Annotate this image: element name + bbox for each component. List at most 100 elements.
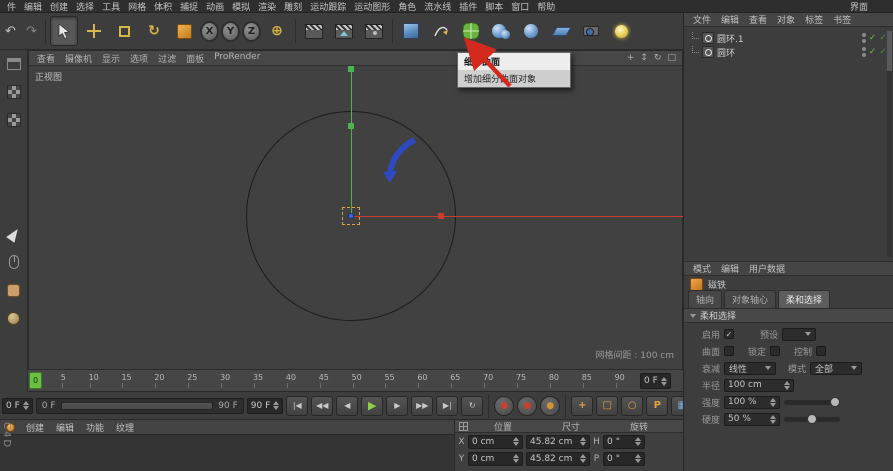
range-bar[interactable] (60, 401, 214, 410)
live-selection-tool-button[interactable] (50, 16, 78, 46)
frame-end-field[interactable]: 90 F (246, 397, 284, 414)
viewport-nav-icon[interactable]: ↕ (640, 53, 648, 63)
key-scale-button[interactable]: □ (596, 395, 619, 416)
object-name[interactable]: 圆环 (717, 46, 735, 59)
tab-soft-selection[interactable]: 柔和选择 (778, 290, 831, 308)
add-cube-button[interactable] (397, 16, 425, 46)
enabled-check-icon[interactable]: ✓ (869, 47, 877, 57)
menubar-item[interactable]: 捕捉 (176, 0, 202, 13)
autokey-button[interactable]: ● (517, 395, 538, 416)
attribute-manager-menu-item[interactable]: 用户数据 (744, 262, 790, 275)
material-menu-item[interactable]: 纹理 (110, 421, 140, 434)
spline-pen-button[interactable] (427, 16, 455, 46)
frame-start-field[interactable]: 0 F (2, 397, 33, 414)
object-manager-menu-item[interactable]: 标签 (800, 13, 828, 26)
goto-start-button[interactable]: |◀ (286, 395, 309, 416)
radius-field[interactable]: 100 cm (724, 378, 794, 392)
menubar-item[interactable]: 流水线 (420, 0, 455, 13)
spline-check-icon[interactable]: ✓ (879, 47, 887, 57)
object-manager-menu-item[interactable]: 文件 (688, 13, 716, 26)
y-axis-handle[interactable] (348, 123, 354, 129)
object-mode-button[interactable] (5, 281, 23, 299)
menubar-item[interactable]: 角色 (394, 0, 420, 13)
menubar-item[interactable]: 工具 (98, 0, 124, 13)
layout-panel-button[interactable] (5, 55, 23, 73)
viewport-menu-item[interactable]: 选项 (125, 52, 153, 65)
x-axis-handle[interactable] (438, 213, 444, 219)
menubar-item[interactable]: 插件 (455, 0, 481, 13)
control-checkbox[interactable]: ✓ (816, 346, 826, 356)
redo-button[interactable]: ↷ (22, 16, 41, 46)
rotate-tool-button[interactable]: ↻ (140, 16, 168, 46)
origin-point[interactable] (348, 213, 354, 219)
stepper-icon[interactable] (660, 376, 667, 386)
render-settings-button[interactable] (360, 16, 388, 46)
material-menu-item[interactable]: 编辑 (50, 421, 80, 434)
menubar-item[interactable]: 选择 (72, 0, 98, 13)
brush-mode-button[interactable] (5, 309, 23, 327)
prev-key-button[interactable]: ◀◀ (311, 395, 334, 416)
enable-checkbox[interactable]: ✓ (724, 329, 734, 339)
hardness-field[interactable]: 50 % (724, 412, 780, 426)
viewport-menu-item[interactable]: 过滤 (153, 52, 181, 65)
rotation-p-field[interactable]: 0 ° (603, 451, 645, 466)
prev-frame-button[interactable]: ◀ (336, 395, 359, 416)
position-y-field[interactable]: 0 cm (468, 451, 523, 466)
loop-button[interactable]: ↻ (461, 395, 484, 416)
menubar-item[interactable]: 脚本 (481, 0, 507, 13)
viewport-menu-item[interactable]: ProRender (209, 52, 265, 65)
texture-mode-button[interactable] (5, 83, 23, 101)
size-x-field[interactable]: 45.82 cm (526, 434, 590, 449)
tab-axis[interactable]: 轴向 (688, 290, 723, 308)
object-name[interactable]: 圆环.1 (717, 32, 744, 45)
attribute-manager-menu-item[interactable]: 编辑 (716, 262, 744, 275)
scrollbar[interactable] (887, 31, 892, 257)
position-x-field[interactable]: 0 cm (468, 434, 523, 449)
render-view-button[interactable] (300, 16, 328, 46)
strength-slider[interactable] (784, 396, 840, 407)
viewport-nav-icon[interactable]: + (627, 53, 635, 63)
texture-axis-button[interactable] (5, 111, 23, 129)
y-axis-tip-handle[interactable] (348, 66, 354, 72)
menubar-item[interactable]: 渲染 (254, 0, 280, 13)
surface-checkbox[interactable]: ✓ (724, 346, 734, 356)
interface-menu[interactable]: 界面 (850, 0, 890, 13)
workplane-button[interactable] (170, 16, 198, 46)
object-manager-menu-item[interactable]: 书签 (828, 13, 856, 26)
lock-z-button[interactable]: Z (242, 16, 261, 46)
camera-button[interactable] (577, 16, 605, 46)
move-tool-button[interactable] (80, 16, 108, 46)
menubar-item[interactable]: 帮助 (533, 0, 559, 13)
menubar-item[interactable]: 网格 (124, 0, 150, 13)
record-button[interactable]: ● (494, 395, 515, 416)
lock-y-button[interactable]: Y (221, 16, 240, 46)
subdivision-surface-button[interactable] (457, 16, 485, 46)
menubar-item[interactable]: 模拟 (228, 0, 254, 13)
falloff-dropdown[interactable]: 线性 (724, 361, 776, 375)
next-key-button[interactable]: ▶▶ (411, 395, 434, 416)
viewport-menu-item[interactable]: 查看 (32, 52, 60, 65)
current-frame-field[interactable]: 0 F (640, 373, 671, 389)
floor-button[interactable] (547, 16, 575, 46)
key-rotation-button[interactable]: ○ (621, 395, 644, 416)
menubar-item[interactable]: 运动图形 (350, 0, 394, 13)
preview-range-slider[interactable]: 0 F 90 F (35, 397, 244, 414)
menubar-item[interactable]: 运动跟踪 (306, 0, 350, 13)
enabled-check-icon[interactable]: ✓ (869, 33, 877, 43)
menubar-item[interactable]: 编辑 (20, 0, 46, 13)
points-mode-button[interactable] (5, 225, 23, 243)
key-position-button[interactable]: + (571, 395, 594, 416)
lock-x-button[interactable]: X (200, 16, 219, 46)
viewport[interactable]: 查看 摄像机 显示 选项 过滤 面板 ProRender + ↕ ↻ □ 正视图 网格间距 : 1… (28, 50, 683, 370)
undo-button[interactable]: ↶ (1, 16, 20, 46)
object-row[interactable]: 圆环.1 ✓ ✓ (684, 31, 893, 45)
viewport-menu-item[interactable]: 面板 (181, 52, 209, 65)
render-picture-viewer-button[interactable] (330, 16, 358, 46)
menubar-item[interactable]: 创建 (46, 0, 72, 13)
attribute-manager-menu-item[interactable]: 模式 (688, 262, 716, 275)
menubar-item[interactable]: 件 (3, 0, 20, 13)
object-manager-menu-item[interactable]: 编辑 (716, 13, 744, 26)
light-button[interactable] (607, 16, 635, 46)
menubar-item[interactable]: 体积 (150, 0, 176, 13)
viewport-nav-icon[interactable]: ↻ (654, 53, 662, 63)
